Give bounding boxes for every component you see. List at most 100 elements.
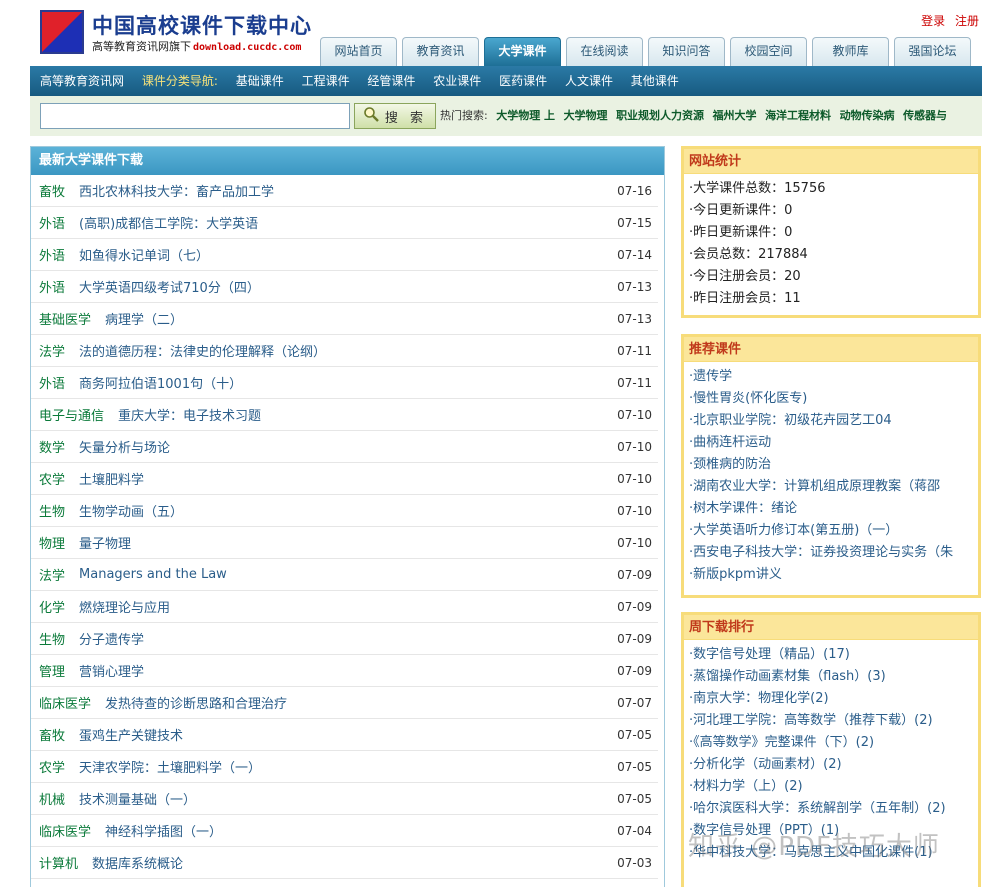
course-category[interactable]: 生物 xyxy=(39,501,65,520)
course-category[interactable]: 农学 xyxy=(39,469,65,488)
recommended-item[interactable]: ·湖南农业大学：计算机组成原理教案（蒋邵 xyxy=(689,476,972,498)
course-title-link[interactable]: 技术测量基础（一） xyxy=(79,789,196,808)
course-title-link[interactable]: 大学英语四级考试710分（四） xyxy=(79,277,260,296)
course-date: 07-05 xyxy=(617,727,652,742)
rank-item[interactable]: ·数字信号处理（精品）(17) xyxy=(689,644,972,666)
course-category[interactable]: 数学 xyxy=(39,437,65,456)
hot-search-item[interactable]: 海洋工程材料 xyxy=(765,109,831,122)
recommended-item[interactable]: ·西安电子科技大学：证券投资理论与实务（朱 xyxy=(689,542,972,564)
course-category[interactable]: 物理 xyxy=(39,533,65,552)
course-category[interactable]: 管理 xyxy=(39,661,65,680)
course-title-link[interactable]: 数据库系统概论 xyxy=(92,853,183,872)
course-title-link[interactable]: 量子物理 xyxy=(79,533,131,552)
tab-forum[interactable]: 强国论坛 xyxy=(894,37,971,66)
hot-search-item[interactable]: 职业规划人力资源 xyxy=(616,109,704,122)
rank-item[interactable]: ·南京大学：物理化学(2) xyxy=(689,688,972,710)
recommended-item[interactable]: ·新版pkpm讲义 xyxy=(689,564,972,586)
course-title-link[interactable]: 如鱼得水记单词（七） xyxy=(79,245,209,264)
course-title-link[interactable]: 营销心理学 xyxy=(79,661,144,680)
rank-item[interactable]: ·《高等数学》完整课件（下）(2) xyxy=(689,732,972,754)
hot-search-item[interactable]: 福州大学 xyxy=(713,109,757,122)
course-title-link[interactable]: 土壤肥料学 xyxy=(79,469,144,488)
recommended-item[interactable]: ·遗传学 xyxy=(689,366,972,388)
course-category[interactable]: 畜牧 xyxy=(39,725,65,744)
tab-online-reading[interactable]: 在线阅读 xyxy=(566,37,643,66)
hot-search: 热门搜索: 大学物理 上 大学物理 职业规划人力资源 福州大学 海洋工程材料 动… xyxy=(440,96,980,136)
search-button[interactable]: 搜 索 xyxy=(354,103,436,129)
category-other[interactable]: 其他课件 xyxy=(631,74,679,88)
rank-item[interactable]: ·哈尔滨医科大学：系统解剖学（五年制）(2) xyxy=(689,798,972,820)
course-title-link[interactable]: 蛋鸡生产关键技术 xyxy=(79,725,183,744)
category-economics[interactable]: 经管课件 xyxy=(367,74,415,88)
category-nav-bar: 高等教育资讯网 课件分类导航: 基础课件 工程课件 经管课件 农业课件 医药课件… xyxy=(30,66,982,96)
course-category[interactable]: 畜牧 xyxy=(39,181,65,200)
rank-item[interactable]: ·分析化学（动画素材）(2) xyxy=(689,754,972,776)
course-category[interactable]: 法学 xyxy=(39,565,65,584)
course-title-link[interactable]: 天津农学院：土壤肥料学（一） xyxy=(79,757,261,776)
category-medicine[interactable]: 医药课件 xyxy=(499,74,547,88)
tab-qa[interactable]: 知识问答 xyxy=(648,37,725,66)
tab-home[interactable]: 网站首页 xyxy=(320,37,397,66)
rank-item[interactable]: ·蒸馏操作动画素材集（flash）(3) xyxy=(689,666,972,688)
hot-search-item[interactable]: 大学物理 xyxy=(564,109,608,122)
course-category[interactable]: 法学 xyxy=(39,341,65,360)
course-title-link[interactable]: 矢量分析与场论 xyxy=(79,437,170,456)
course-category[interactable]: 临床医学 xyxy=(39,821,91,840)
course-title-link[interactable]: 商务阿拉伯语1001句（十） xyxy=(79,373,242,392)
tab-teachers[interactable]: 教师库 xyxy=(812,37,889,66)
rank-item[interactable]: ·河北理工学院：高等数学（推荐下载）(2) xyxy=(689,710,972,732)
tab-courseware[interactable]: 大学课件 xyxy=(484,37,561,66)
tab-education-news[interactable]: 教育资讯 xyxy=(402,37,479,66)
course-title-link[interactable]: 燃烧理论与应用 xyxy=(79,597,170,616)
category-nav-label: 课件分类导航: xyxy=(141,74,218,88)
category-home-link[interactable]: 高等教育资讯网 xyxy=(40,74,124,88)
course-title-link[interactable]: 发热待查的诊断思路和合理治疗 xyxy=(105,693,287,712)
course-category[interactable]: 外语 xyxy=(39,245,65,264)
course-category[interactable]: 外语 xyxy=(39,277,65,296)
login-link[interactable]: 登录 xyxy=(921,14,945,28)
course-category[interactable]: 机械 xyxy=(39,789,65,808)
course-category[interactable]: 化学 xyxy=(39,597,65,616)
recommended-item[interactable]: ·大学英语听力修订本(第五册)（一） xyxy=(689,520,972,542)
course-title-link[interactable]: 神经科学插图（一） xyxy=(105,821,222,840)
tab-campus[interactable]: 校园空间 xyxy=(730,37,807,66)
course-title-link[interactable]: (高职)成都信工学院：大学英语 xyxy=(79,213,258,232)
course-title-link[interactable]: 西北农林科技大学：畜产品加工学 xyxy=(79,181,274,200)
recommended-item[interactable]: ·北京职业学院：初级花卉园艺工04 xyxy=(689,410,972,432)
course-date: 07-14 xyxy=(617,247,652,262)
course-category[interactable]: 基础医学 xyxy=(39,309,91,328)
category-engineering[interactable]: 工程课件 xyxy=(302,74,350,88)
hot-search-item[interactable]: 传感器与 xyxy=(903,109,947,122)
course-category[interactable]: 农学 xyxy=(39,757,65,776)
course-category[interactable]: 生物 xyxy=(39,629,65,648)
hot-search-item[interactable]: 大学物理 上 xyxy=(496,109,555,122)
course-category[interactable]: 临床医学 xyxy=(39,693,91,712)
course-list: 畜牧 西北农林科技大学：畜产品加工学 07-16 外语 (高职)成都信工学院：大学英语 0… xyxy=(31,175,664,879)
recommended-item[interactable]: ·树木学课件：绪论 xyxy=(689,498,972,520)
course-category[interactable]: 外语 xyxy=(39,373,65,392)
category-humanities[interactable]: 人文课件 xyxy=(565,74,613,88)
hot-search-item[interactable]: 动物传染病 xyxy=(840,109,895,122)
recommended-item[interactable]: ·曲柄连杆运动 xyxy=(689,432,972,454)
course-title-link[interactable]: 分子遗传学 xyxy=(79,629,144,648)
recommended-item[interactable]: ·颈椎病的防治 xyxy=(689,454,972,476)
site-title[interactable]: 中国高校课件下载中心 xyxy=(92,10,312,40)
rank-item[interactable]: ·材料力学（上）(2) xyxy=(689,776,972,798)
course-title-link[interactable]: Managers and the Law xyxy=(79,567,227,582)
course-category[interactable]: 电子与通信 xyxy=(39,405,104,424)
site-url[interactable]: download.cucdc.com xyxy=(193,42,301,53)
course-category[interactable]: 计算机 xyxy=(39,853,78,872)
logo-graphic xyxy=(42,12,82,52)
course-category[interactable]: 外语 xyxy=(39,213,65,232)
search-input[interactable] xyxy=(40,103,350,129)
stat-item: ·今日更新课件：0 xyxy=(689,203,793,218)
site-logo[interactable] xyxy=(40,10,84,54)
course-title-link[interactable]: 生物学动画（五） xyxy=(79,501,183,520)
recommended-item[interactable]: ·慢性胃炎(怀化医专) xyxy=(689,388,972,410)
course-title-link[interactable]: 法的道德历程：法律史的伦理解释（论纲） xyxy=(79,341,326,360)
register-link[interactable]: 注册 xyxy=(955,14,979,28)
course-title-link[interactable]: 重庆大学：电子技术习题 xyxy=(118,405,261,424)
category-basic[interactable]: 基础课件 xyxy=(236,74,284,88)
category-agriculture[interactable]: 农业课件 xyxy=(433,74,481,88)
course-title-link[interactable]: 病理学（二） xyxy=(105,309,183,328)
